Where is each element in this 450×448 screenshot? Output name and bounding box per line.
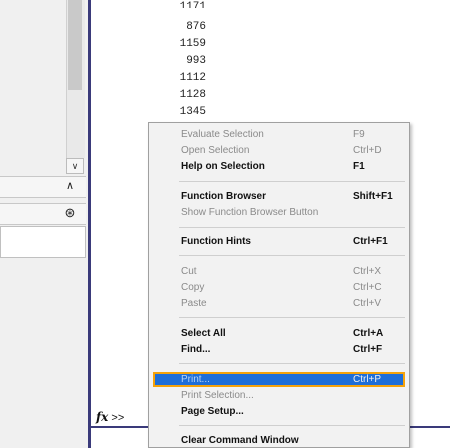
- pane-divider[interactable]: [88, 0, 91, 448]
- menu-item-help-on-selection[interactable]: Help on Selection F1: [149, 159, 409, 174]
- menu-separator: [179, 363, 405, 364]
- menu-item-select-all[interactable]: Select All Ctrl+A: [149, 326, 409, 341]
- chevron-down-icon: ∨: [71, 161, 79, 171]
- menu-item-show-function-browser-button[interactable]: Show Function Browser Button: [149, 205, 409, 220]
- menu-item-print[interactable]: Print... Ctrl+P: [153, 372, 405, 387]
- output-line: 1112: [179, 72, 206, 84]
- menu-separator: [179, 425, 405, 426]
- function-icon[interactable]: fx: [96, 410, 108, 424]
- output-line: 1345: [179, 106, 206, 118]
- prompt-arrows: >>: [111, 412, 125, 424]
- menu-item-print-selection[interactable]: Print Selection...: [149, 388, 409, 403]
- menu-item-paste[interactable]: Paste Ctrl+V: [149, 296, 409, 311]
- panel-input[interactable]: [0, 226, 86, 258]
- command-prompt[interactable]: fx >>: [96, 410, 124, 424]
- menu-item-evaluate-selection[interactable]: Evaluate Selection F9: [149, 127, 409, 142]
- menu-separator: [179, 227, 405, 228]
- panel-header-2: ⊛: [0, 203, 86, 225]
- menu-item-cut[interactable]: Cut Ctrl+X: [149, 264, 409, 279]
- output-line: 1171: [179, 1, 206, 8]
- menu-item-find[interactable]: Find... Ctrl+F: [149, 342, 409, 357]
- output-line: 1159: [179, 38, 206, 50]
- menu-item-page-setup[interactable]: Page Setup...: [149, 404, 409, 419]
- scroll-down-button[interactable]: ∨: [66, 158, 84, 174]
- menu-item-function-hints[interactable]: Function Hints Ctrl+F1: [149, 234, 409, 249]
- menu-item-copy[interactable]: Copy Ctrl+C: [149, 280, 409, 295]
- menu-item-open-selection[interactable]: Open Selection Ctrl+D: [149, 143, 409, 158]
- menu-separator: [179, 317, 405, 318]
- scrollbar-thumb[interactable]: [68, 0, 82, 90]
- menu-item-clear-command-window[interactable]: Clear Command Window: [149, 433, 409, 447]
- output-line: 876: [186, 21, 206, 33]
- output-line: 993: [186, 55, 206, 67]
- menu-separator: [179, 255, 405, 256]
- panel-header: ∧: [0, 176, 86, 198]
- chevron-up-icon[interactable]: ∧: [62, 179, 78, 193]
- context-menu: Evaluate Selection F9 Open Selection Ctr…: [148, 122, 410, 448]
- menu-separator: [179, 181, 405, 182]
- dropdown-icon[interactable]: ⊛: [62, 205, 78, 221]
- menu-item-function-browser[interactable]: Function Browser Shift+F1: [149, 189, 409, 204]
- output-line: 1128: [179, 89, 206, 101]
